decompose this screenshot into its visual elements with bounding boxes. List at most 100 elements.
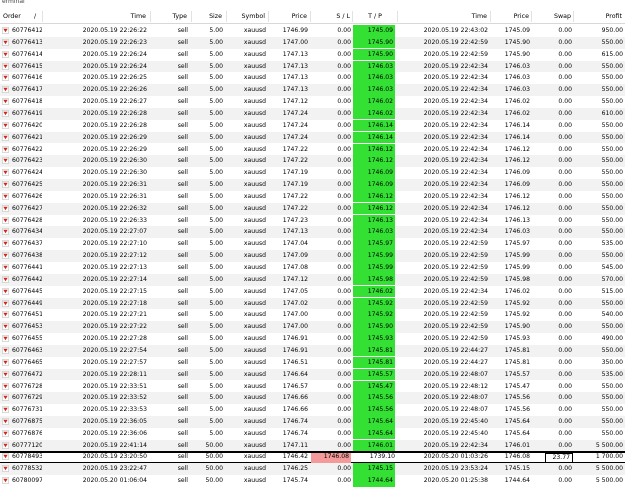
sell-order-icon <box>2 98 9 105</box>
cell-size: 5.00 <box>209 311 223 319</box>
cell-open-time: 2020.05.19 22:27:07 <box>82 228 147 236</box>
table-row[interactable]: 60776455 2020.05.19 22:27:28 sell 5.00 xauus… <box>0 333 625 345</box>
cell-stop-loss: 0.00 <box>337 86 351 94</box>
sell-order-icon <box>2 157 9 165</box>
table-row[interactable]: 60776465 2020.05.19 22:27:57 sell 5.00 xauus… <box>0 356 625 369</box>
table-row[interactable]: 60776423 2020.05.19 22:26:30 sell 5.00 xauus… <box>0 155 625 168</box>
table-row[interactable]: 60776463 2020.05.19 22:27:54 sell 5.00 xauus… <box>0 344 625 357</box>
sell-order-icon <box>2 394 9 402</box>
column-header-sl[interactable]: S / L <box>312 9 350 24</box>
column-header-price[interactable]: Price <box>270 9 307 24</box>
table-row[interactable]: 60776437 2020.05.19 22:27:10 sell 5.00 xauus… <box>0 238 625 251</box>
sell-order-icon <box>2 204 9 212</box>
cell-close-time: 2020.05.19 22:42:34 <box>423 216 488 224</box>
table-row[interactable]: 60776451 2020.05.19 22:27:21 sell 5.00 xauus… <box>0 309 625 322</box>
column-header-open-time[interactable]: Time <box>80 9 146 24</box>
cell-open-price: 1747.12 <box>282 275 308 283</box>
table-row[interactable]: 60776415 2020.05.19 22:26:24 sell 5.00 xauus… <box>0 60 625 73</box>
table-row[interactable]: 60776420 2020.05.19 22:26:28 sell 5.00 xauus… <box>0 119 625 132</box>
table-row[interactable]: 60776472 2020.05.19 22:28:11 sell 5.00 xauus… <box>0 368 625 381</box>
table-row[interactable]: 60776445 2020.05.19 22:27:15 sell 5.00 xauus… <box>0 285 625 298</box>
cell-close-time: 2020.05.19 22:42:34 <box>423 157 488 165</box>
column-header-tp[interactable]: T / P <box>354 9 396 24</box>
sell-order-icon <box>2 62 9 70</box>
cell-profit: 490.00 <box>601 335 623 343</box>
cell-profit: 350.00 <box>601 358 623 366</box>
column-divider[interactable] <box>573 11 574 22</box>
column-header-swap[interactable]: Swap <box>533 9 571 24</box>
cell-size: 5.00 <box>209 38 223 46</box>
cell-close-price: 1746.02 <box>504 98 530 106</box>
column-divider[interactable] <box>226 11 227 22</box>
column-divider[interactable] <box>397 11 398 22</box>
cell-size: 5.00 <box>209 418 223 426</box>
column-header-size[interactable]: Size <box>193 9 222 24</box>
cell-close-time: 2020.05.19 22:42:34 <box>423 74 488 82</box>
table-row[interactable]: 60776424 2020.05.19 22:26:30 sell 5.00 xauus… <box>0 167 625 180</box>
table-row[interactable]: 60776449 2020.05.19 22:27:18 sell 5.00 xauus… <box>0 297 625 310</box>
table-row[interactable]: 60776875 2020.05.19 22:36:05 sell 5.00 xauus… <box>0 416 625 428</box>
table-row-selected[interactable]: 60778493 2020.05.19 23:20:50 sell 50.00 xauu… <box>0 450 625 465</box>
table-row[interactable]: 60776729 2020.05.19 22:33:52 sell 5.00 xauus… <box>0 392 625 405</box>
sort-indicator[interactable]: / <box>34 9 36 24</box>
cell-size: 5.00 <box>209 74 223 82</box>
table-row[interactable]: 60776419 2020.05.19 22:26:28 sell 5.00 xauus… <box>0 107 625 120</box>
table-row[interactable]: 60776441 2020.05.19 22:27:13 sell 5.00 xauus… <box>0 262 625 274</box>
cell-symbol: xauusd <box>243 228 266 236</box>
cell-symbol: xauusd <box>243 192 266 200</box>
table-row[interactable]: 60776421 2020.05.19 22:26:29 sell 5.00 xauus… <box>0 131 625 144</box>
table-row[interactable]: 60776426 2020.05.19 22:26:31 sell 5.00 xauus… <box>0 190 625 203</box>
column-header-type[interactable]: Type <box>152 9 187 24</box>
table-row[interactable]: 60778532 2020.05.19 23:22:47 sell 50.00 xauu… <box>0 463 625 476</box>
cell-order: 60776449 <box>12 299 42 307</box>
column-divider[interactable] <box>268 11 269 22</box>
table-row[interactable]: 60776434 2020.05.19 22:27:07 sell 5.00 xauus… <box>0 226 625 239</box>
table-row[interactable]: 60776417 2020.05.19 22:26:26 sell 5.00 xauus… <box>0 84 625 97</box>
table-row[interactable]: 60780097 2020.05.20 01:06:04 sell 50.00 xauu… <box>0 475 625 488</box>
table-row[interactable]: 60776876 2020.05.19 22:36:06 sell 5.00 xauus… <box>0 427 625 440</box>
table-row[interactable]: 60776731 2020.05.19 22:33:53 sell 5.00 xauus… <box>0 404 625 417</box>
column-header-symbol[interactable]: Symbol <box>228 9 265 24</box>
column-divider[interactable] <box>352 11 353 22</box>
table-row[interactable]: 60776453 2020.05.19 22:27:22 sell 5.00 xauus… <box>0 321 625 334</box>
table-row[interactable]: 60776728 2020.05.19 22:33:51 sell 5.00 xauus… <box>0 380 625 393</box>
table-row[interactable]: 60776442 2020.05.19 22:27:14 sell 5.00 xauus… <box>0 273 625 286</box>
column-divider[interactable] <box>310 11 311 22</box>
column-header-order[interactable]: Order <box>3 9 21 24</box>
cell-order: 60776445 <box>12 287 42 295</box>
table-row[interactable]: 60776413 2020.05.19 22:26:23 sell 5.00 xauus… <box>0 36 625 49</box>
table-row[interactable]: 60776414 2020.05.19 22:26:24 sell 5.00 xauus… <box>0 48 625 61</box>
cell-take-profit: 1745.99 <box>353 262 395 274</box>
column-header-close-price[interactable]: Price <box>492 9 529 24</box>
column-divider[interactable] <box>191 11 192 22</box>
cell-order: 60776418 <box>12 98 42 106</box>
cell-profit: 5 500.00 <box>595 441 623 449</box>
column-divider[interactable] <box>531 11 532 22</box>
table-row[interactable]: 60776412 2020.05.19 22:26:22 sell 5.00 xauus… <box>0 25 625 37</box>
cell-stop-loss: 0.00 <box>337 382 351 390</box>
cell-stop-loss: 0.00 <box>337 465 351 473</box>
table-row[interactable]: 60776416 2020.05.19 22:26:25 sell 5.00 xauus… <box>0 72 625 85</box>
table-row[interactable]: 60776428 2020.05.19 22:26:33 sell 5.00 xauus… <box>0 214 625 227</box>
column-divider[interactable] <box>490 11 491 22</box>
cell-take-profit: 1745.56 <box>353 404 395 416</box>
cell-type: sell <box>177 358 188 366</box>
table-row[interactable]: 60776427 2020.05.19 22:26:32 sell 5.00 xauus… <box>0 202 625 215</box>
table-row[interactable]: 60776425 2020.05.19 22:26:31 sell 5.00 xauus… <box>0 179 625 191</box>
table-row[interactable]: 60776422 2020.05.19 22:26:29 sell 5.00 xauus… <box>0 143 625 156</box>
column-divider[interactable] <box>42 11 43 22</box>
cell-close-time: 2020.05.19 22:45:40 <box>423 429 488 437</box>
cell-order: 60778493 <box>12 452 42 460</box>
column-header-profit[interactable]: Profit <box>575 9 622 24</box>
column-header-close-time[interactable]: Time <box>420 9 487 24</box>
column-divider[interactable] <box>150 11 151 22</box>
table-row[interactable]: 60776418 2020.05.19 22:26:27 sell 5.00 xauus… <box>0 96 625 108</box>
cell-stop-loss: 0.00 <box>337 98 351 106</box>
cell-open-time: 2020.05.19 22:27:54 <box>82 346 147 354</box>
table-row[interactable]: 60776438 2020.05.19 22:27:12 sell 5.00 xauus… <box>0 250 625 262</box>
cell-swap: 0.00 <box>558 477 572 485</box>
cell-stop-loss: 0.00 <box>337 228 351 236</box>
cell-open-time: 2020.05.20 01:06:04 <box>82 477 147 485</box>
cell-open-time: 2020.05.19 22:27:21 <box>82 311 147 319</box>
cell-close-price: 1746.09 <box>504 169 530 177</box>
